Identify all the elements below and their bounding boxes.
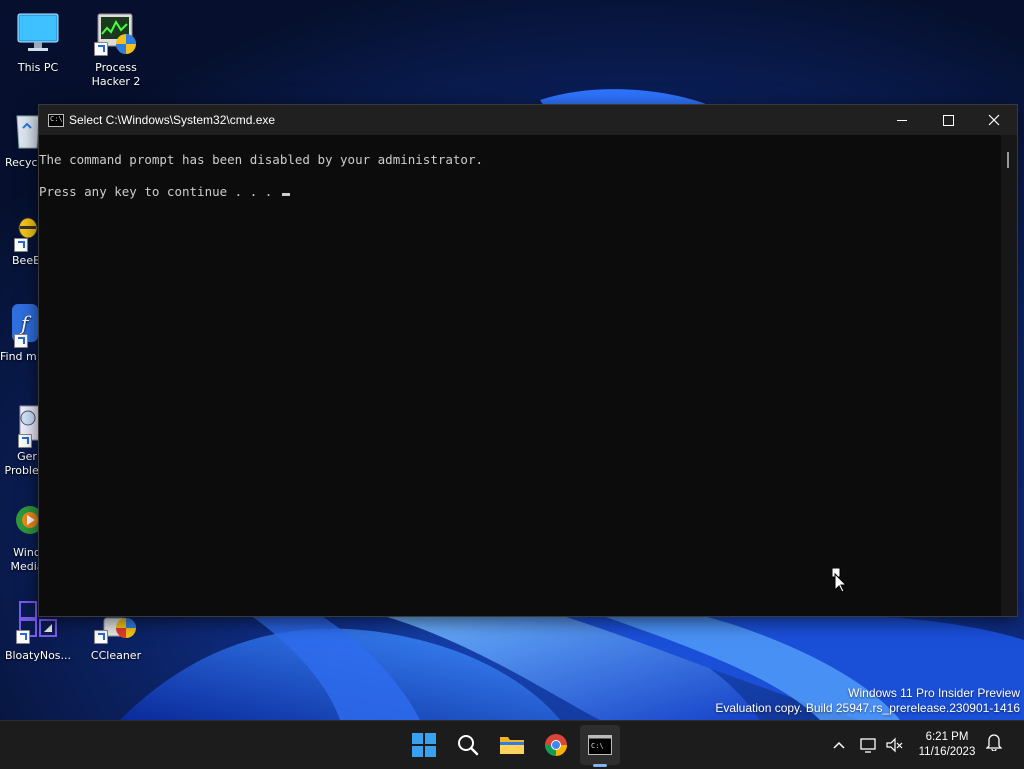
clock-time: 6:21 PM <box>925 731 969 743</box>
cmd-taskbar-button[interactable]: C:\ <box>580 725 620 765</box>
active-app-indicator <box>593 764 607 767</box>
chrome-icon <box>545 734 567 756</box>
desktop-icon-label: Process Hacker 2 <box>91 61 141 88</box>
volume-button[interactable] <box>882 732 908 758</box>
start-button[interactable] <box>404 725 444 765</box>
maximize-icon <box>942 114 954 126</box>
network-icon <box>860 738 876 753</box>
desktop-icon-this-pc[interactable]: This PC <box>0 10 76 75</box>
text-cursor <box>281 193 290 196</box>
chrome-button[interactable] <box>536 725 576 765</box>
bell-icon <box>985 734 1003 752</box>
shortcut-arrow-icon <box>14 238 28 252</box>
minimize-icon <box>897 119 907 121</box>
desktop-icon-label: BloatyNos... <box>4 649 72 662</box>
shortcut-arrow-icon <box>14 334 28 348</box>
watermark-build: Evaluation copy. Build 25947.rs_prerelea… <box>715 701 1020 715</box>
watermark-edition: Windows 11 Pro Insider Preview <box>848 686 1020 700</box>
show-hidden-icons-button[interactable] <box>826 732 852 758</box>
chevron-up-icon <box>833 741 845 749</box>
minimize-button[interactable] <box>879 105 925 135</box>
desktop-icon-label: This PC <box>17 61 59 74</box>
process-hacker-icon <box>92 10 140 58</box>
maximize-button[interactable] <box>925 105 971 135</box>
cmd-window[interactable]: C:\ Select C:\Windows\System32\cmd.exe T… <box>38 104 1018 617</box>
clock-date: 11/16/2023 <box>918 746 976 758</box>
taskbar-clock[interactable]: 6:21 PM 11/16/2023 <box>912 730 982 760</box>
network-button[interactable] <box>856 732 882 758</box>
desktop-icon-process-hacker[interactable]: Process Hacker 2 <box>78 10 154 89</box>
system-tray <box>826 721 908 769</box>
close-button[interactable] <box>971 105 1017 135</box>
notifications-button[interactable] <box>985 733 1003 755</box>
desktop-icon-label: CCleaner <box>90 649 142 662</box>
taskbar: C:\ 6:21 PM 11/16/2023 <box>0 720 1024 769</box>
close-icon <box>988 114 1000 126</box>
scrollbar-thumb[interactable] <box>1007 152 1009 168</box>
cmd-console-output[interactable]: The command prompt has been disabled by … <box>39 135 1001 616</box>
cmd-window-title: Select C:\Windows\System32\cmd.exe <box>69 113 276 127</box>
windows-watermark: Windows 11 Pro Insider Preview Evaluatio… <box>715 686 1020 716</box>
shortcut-arrow-icon <box>94 630 108 644</box>
shortcut-arrow-icon <box>16 630 30 644</box>
shortcut-arrow-icon <box>94 42 108 56</box>
cmd-icon: C:\ <box>588 735 612 755</box>
mouse-pointer-icon <box>832 568 846 592</box>
folder-icon <box>500 737 524 754</box>
cmd-app-icon: C:\ <box>48 114 64 127</box>
console-line-prompt: Press any key to continue . . . <box>39 184 290 199</box>
cmd-titlebar[interactable]: C:\ Select C:\Windows\System32\cmd.exe <box>39 105 1017 135</box>
monitor-icon <box>14 10 62 58</box>
cmd-app-icon-text: C:\ <box>50 115 63 123</box>
svg-text:C:\: C:\ <box>591 742 604 750</box>
search-button[interactable] <box>448 725 488 765</box>
console-line: Press any key to continue . . . <box>39 184 280 199</box>
console-line: The command prompt has been disabled by … <box>39 152 484 167</box>
search-icon <box>458 735 479 756</box>
volume-muted-icon <box>886 737 903 753</box>
windows-logo-icon <box>412 733 436 757</box>
shortcut-arrow-icon <box>18 434 32 448</box>
cmd-scrollbar[interactable] <box>1001 135 1017 616</box>
file-explorer-button[interactable] <box>492 725 532 765</box>
